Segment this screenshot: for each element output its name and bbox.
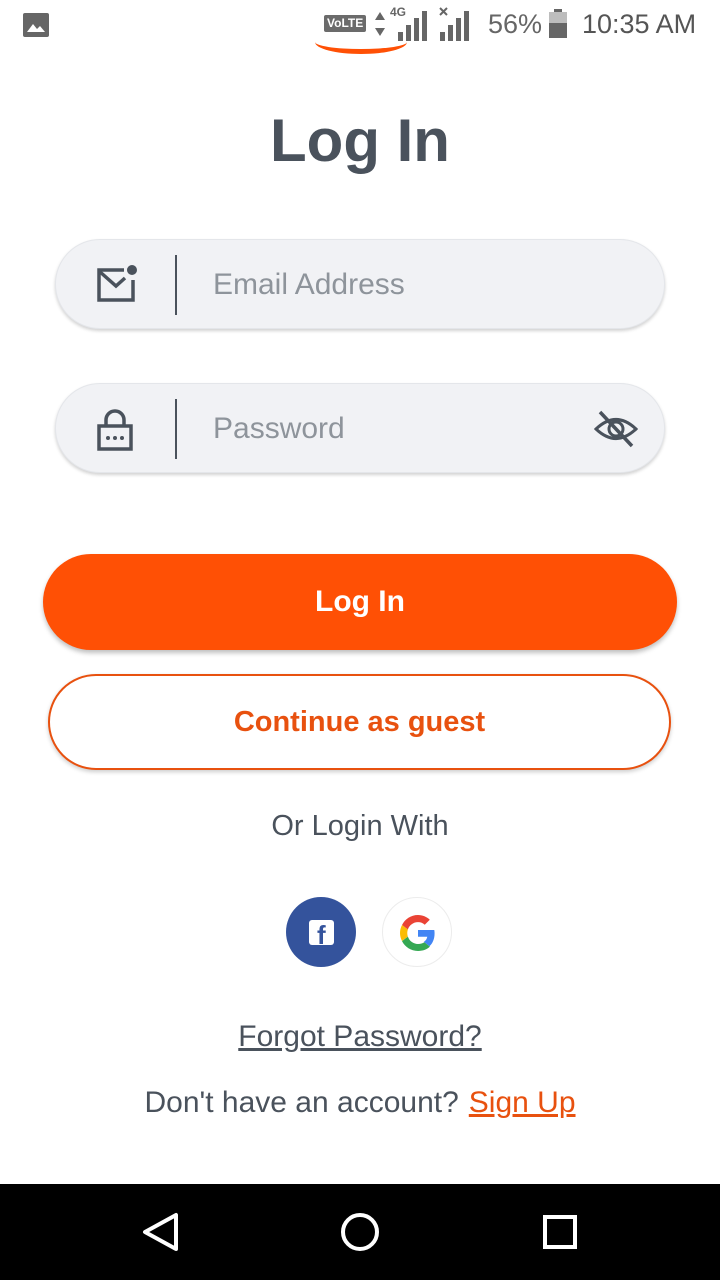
battery-percent: 56%: [488, 9, 543, 39]
back-button[interactable]: [112, 1184, 208, 1280]
forgot-password-link[interactable]: Forgot Password?: [238, 1020, 481, 1053]
google-icon: [400, 915, 435, 951]
battery-icon: [549, 9, 567, 38]
or-login-with-label: Or Login With: [271, 810, 449, 842]
page-title: Log In: [270, 107, 450, 174]
home-button[interactable]: [312, 1184, 408, 1280]
back-icon: [143, 1213, 178, 1251]
no-account-text: Don't have an account?: [144, 1086, 459, 1119]
signup-row: Don't have an account? Sign Up: [0, 1086, 720, 1120]
home-icon: [341, 1213, 379, 1251]
password-input[interactable]: Password: [213, 384, 345, 474]
navigation-bar: [0, 1184, 720, 1280]
app-logo-fragment: [315, 30, 407, 54]
recent-apps-button[interactable]: [512, 1184, 608, 1280]
signal-no-service-icon: [439, 7, 469, 41]
lock-icon: [97, 409, 133, 451]
facebook-icon: f: [309, 920, 334, 945]
email-input[interactable]: Email Address: [213, 240, 405, 330]
google-login-button[interactable]: [382, 897, 452, 967]
continue-as-guest-button[interactable]: Continue as guest: [48, 674, 671, 770]
sign-up-link[interactable]: Sign Up: [469, 1086, 576, 1119]
recent-apps-icon: [543, 1215, 577, 1249]
clock: 10:35 AM: [582, 9, 697, 39]
gallery-notification-icon: [23, 13, 49, 37]
field-divider: [175, 255, 177, 315]
facebook-login-button[interactable]: f: [286, 897, 356, 967]
forgot-password-link-row: Forgot Password?: [0, 1020, 720, 1054]
mail-icon: [97, 265, 137, 302]
email-field[interactable]: Email Address: [55, 239, 665, 329]
hide-password-icon[interactable]: [594, 408, 638, 450]
field-divider: [175, 399, 177, 459]
password-field[interactable]: Password: [55, 383, 665, 473]
login-button[interactable]: Log In: [43, 554, 677, 650]
